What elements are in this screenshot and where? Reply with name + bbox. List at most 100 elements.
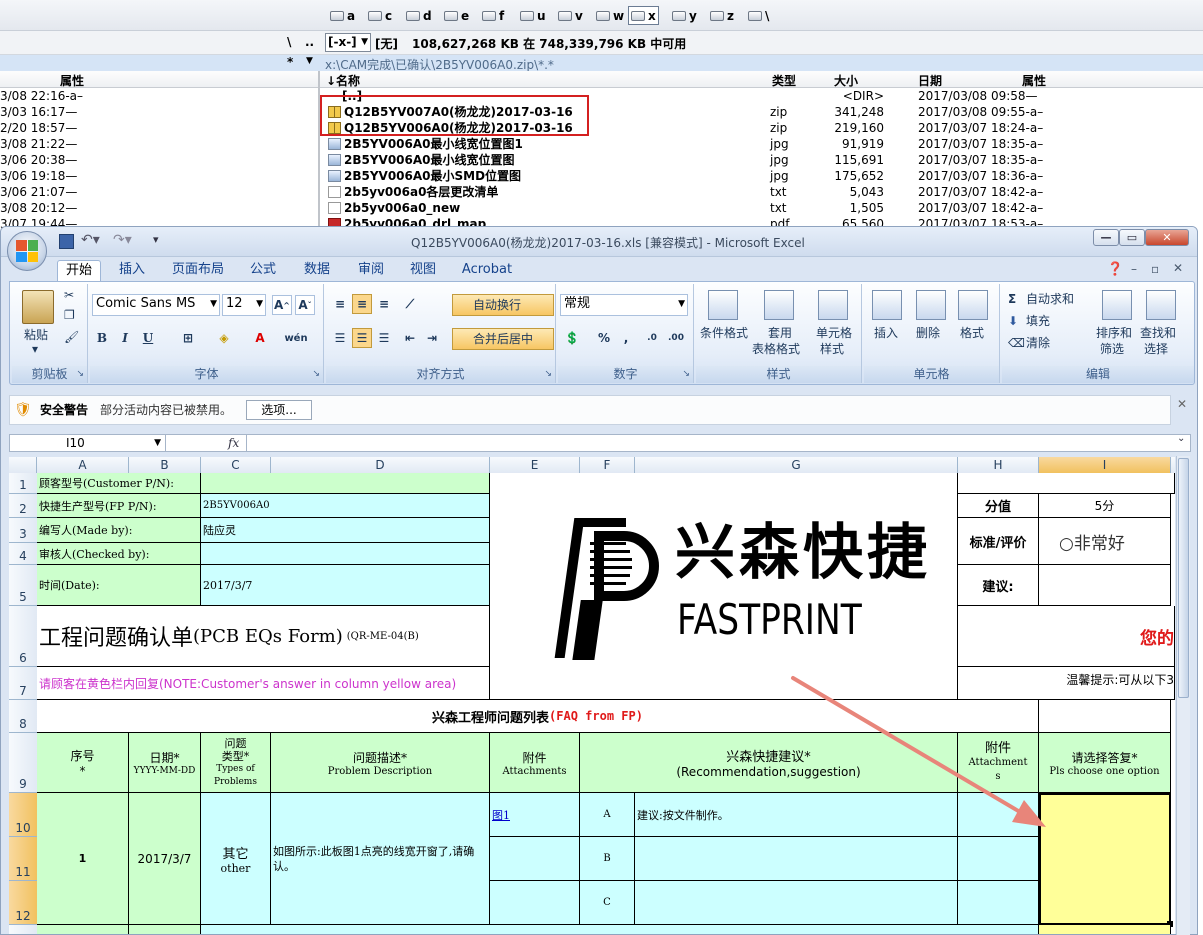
shrink-font-button[interactable]: Aˇ [295, 295, 315, 315]
formula-input[interactable] [247, 435, 1175, 451]
left-list-item[interactable]: 3/03 16:17— [0, 104, 77, 120]
increase-decimal-icon[interactable]: .0 [642, 328, 662, 348]
left-list-item[interactable]: 3/06 19:18— [0, 168, 77, 184]
column-header-a[interactable]: A [37, 457, 129, 473]
fill-button[interactable]: 填充 [1026, 314, 1050, 328]
row-header-12[interactable]: 12 [9, 881, 37, 925]
row-date[interactable]: 2017/3/7 [129, 793, 201, 925]
cell-i8[interactable] [1039, 700, 1171, 733]
format-painter-icon[interactable]: 🖌 [64, 330, 79, 344]
redo-icon[interactable]: ↷▾ [113, 232, 132, 248]
header-answer[interactable]: 请选择答复* Pls choose one option [1039, 733, 1171, 793]
drive-f-button[interactable]: f [480, 6, 506, 25]
row-seq-number[interactable]: 1 [37, 793, 129, 925]
file-list-item[interactable]: 2B5YV006A0最小线宽位置图1 [328, 136, 523, 152]
align-center-icon[interactable]: ☰ [352, 328, 372, 348]
option-b-label[interactable]: B [580, 837, 635, 881]
select-all-corner[interactable] [9, 457, 37, 473]
row-header-8[interactable]: 8 [9, 700, 37, 733]
column-header-d[interactable]: D [271, 457, 490, 473]
left-list-item[interactable]: 3/08 20:12— [0, 200, 77, 216]
dialog-launcher-icon[interactable]: ↘ [682, 366, 690, 383]
cell-c4[interactable] [201, 543, 490, 565]
expand-formula-icon[interactable]: ⌄ [1177, 433, 1185, 444]
drive-w-button[interactable]: w [594, 6, 626, 25]
row-header-3[interactable]: 3 [9, 518, 37, 543]
increase-indent-icon[interactable]: ⇥ [422, 328, 442, 348]
drive-c-button[interactable]: c [366, 6, 394, 25]
bold-button[interactable]: B [92, 328, 112, 348]
column-header-f[interactable]: F [580, 457, 635, 473]
find-select-label[interactable]: 选择 [1144, 342, 1168, 356]
cell-a3[interactable]: 编写人(Made by): [37, 518, 201, 543]
delete-cells-button[interactable]: 删除 [916, 326, 940, 340]
help-icon[interactable]: ❓ [1107, 262, 1123, 277]
cell-c5[interactable]: 2017/3/7 [201, 565, 490, 606]
fill-color-icon[interactable]: ◈ [214, 328, 234, 348]
maximize-button[interactable]: ▭ [1119, 229, 1145, 246]
cell-c1[interactable] [201, 473, 490, 494]
font-name-select[interactable]: Comic Sans MS ▼ [92, 294, 220, 316]
column-header-e[interactable]: E [490, 457, 580, 473]
file-list-item[interactable]: 2B5YV006A0最小线宽位置图 [328, 152, 515, 168]
undo-icon[interactable]: ↶▾ [81, 232, 100, 248]
cell-e11[interactable] [490, 837, 580, 881]
answer-input-cell[interactable] [1039, 793, 1171, 925]
cell-c13[interactable] [201, 925, 1039, 934]
row-header-7[interactable]: 7 [9, 667, 37, 700]
header-recommendation[interactable]: 兴森快捷建议* (Recommendation,suggestion) [580, 733, 958, 793]
find-select-button[interactable]: 查找和 [1140, 326, 1176, 340]
align-top-icon[interactable]: ≡ [330, 294, 350, 314]
left-list-item[interactable]: 3/06 21:07— [0, 184, 77, 200]
drive-x-button[interactable]: x [628, 6, 659, 25]
function-icon[interactable]: fx [228, 436, 239, 450]
score-label[interactable]: 分值 [958, 494, 1039, 518]
header-attachments[interactable]: 附件 Attachments [490, 733, 580, 793]
column-header-g[interactable]: G [635, 457, 958, 473]
cell-b13[interactable] [129, 925, 201, 934]
form-title-cell[interactable]: 工程问题确认单 (PCB EQs Form) (QR-ME-04(B) [37, 606, 490, 667]
font-size-select[interactable]: 12 ▼ [222, 294, 266, 316]
option-c-suggestion[interactable] [635, 881, 958, 925]
instruction-note[interactable]: 请顾客在黄色栏内回复(NOTE:Customer's answer in col… [37, 667, 490, 700]
workbook-close-icon[interactable]: ✕ [1173, 261, 1183, 275]
attr-column-header[interactable]: 属性 [1022, 72, 1046, 89]
tab-review[interactable]: 审阅 [349, 260, 393, 281]
tab-data[interactable]: 数据 [295, 260, 339, 281]
scrollbar-thumb[interactable] [1178, 458, 1189, 698]
row-header-2[interactable]: 2 [9, 494, 37, 518]
align-left-icon[interactable]: ☰ [330, 328, 350, 348]
drive-select[interactable]: [-x-] ▼ [325, 33, 371, 52]
orientation-icon[interactable]: ⟋ [400, 294, 420, 314]
score-value[interactable]: 5分 [1039, 494, 1171, 518]
column-header-h[interactable]: H [958, 457, 1039, 473]
row-description[interactable]: 如图所示:此板图1点亮的线宽开窗了,请确认。 [271, 793, 490, 925]
sort-filter-button[interactable]: 排序和 [1096, 326, 1132, 340]
red-notice[interactable]: 您的 [958, 606, 1175, 667]
security-options-button[interactable]: 选项... [246, 400, 312, 420]
close-button[interactable]: ✕ [1145, 229, 1189, 246]
file-list-item[interactable]: 2b5yv006a0各层更改清单 [328, 184, 498, 200]
underline-button[interactable]: U [138, 328, 158, 348]
option-b-suggestion[interactable] [635, 837, 958, 881]
comma-icon[interactable]: , [616, 328, 636, 348]
row-header-5[interactable]: 5 [9, 565, 37, 606]
format-cells-button[interactable]: 格式 [960, 326, 984, 340]
font-color-icon[interactable]: A [250, 328, 270, 348]
close-icon[interactable]: ✕ [1177, 397, 1187, 411]
file-list-item[interactable]: 2B5YV006A0最小SMD位置图 [328, 168, 521, 184]
dialog-launcher-icon[interactable]: ↘ [312, 366, 320, 383]
parent-button[interactable]: .. [305, 35, 314, 49]
cell-a5[interactable]: 时间(Date): [37, 565, 201, 606]
align-right-icon[interactable]: ☰ [374, 328, 394, 348]
date-column-header[interactable]: 日期 [918, 72, 942, 89]
autosum-button[interactable]: 自动求和 [1026, 292, 1074, 306]
drive-v-button[interactable]: v [556, 6, 585, 25]
cut-icon[interactable]: ✂ [64, 288, 74, 302]
dialog-launcher-icon[interactable]: ↘ [76, 366, 84, 383]
tab-page-layout[interactable]: 页面布局 [165, 260, 231, 281]
name-box[interactable]: I10 ▼ [10, 435, 166, 451]
ribbon-restore-icon[interactable]: ▫ [1151, 262, 1159, 276]
decrease-indent-icon[interactable]: ⇤ [400, 328, 420, 348]
clear-button[interactable]: 清除 [1026, 336, 1050, 350]
